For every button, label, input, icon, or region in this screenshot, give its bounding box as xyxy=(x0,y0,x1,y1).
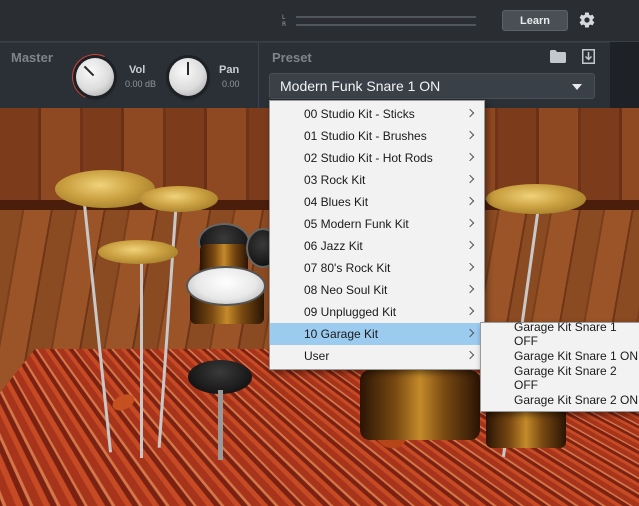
garage-kit-submenu: Garage Kit Snare 1 OFF Garage Kit Snare … xyxy=(480,322,639,412)
floor-tom xyxy=(486,408,566,448)
bass-drum xyxy=(360,370,480,440)
menu-item-garage-snare-1-off[interactable]: Garage Kit Snare 1 OFF xyxy=(481,323,639,345)
menu-item-studio-kit-brushes[interactable]: 01 Studio Kit - Brushes xyxy=(270,125,484,147)
vol-label: Vol xyxy=(129,64,145,76)
top-bar: L R Learn xyxy=(0,0,639,42)
menu-item-studio-kit-sticks[interactable]: 00 Studio Kit - Sticks xyxy=(270,103,484,125)
menu-item-garage-snare-2-on[interactable]: Garage Kit Snare 2 ON xyxy=(481,389,639,411)
vol-knob[interactable] xyxy=(76,58,114,96)
folder-icon[interactable] xyxy=(550,50,566,63)
chevron-right-icon xyxy=(466,351,474,359)
chevron-right-icon xyxy=(466,329,474,337)
chevron-right-icon xyxy=(466,307,474,315)
crash-cymbal xyxy=(55,170,155,208)
menu-item-user[interactable]: User xyxy=(270,345,484,367)
pan-value: 0.00 xyxy=(222,79,240,89)
chevron-right-icon xyxy=(466,153,474,161)
chevron-right-icon xyxy=(466,219,474,227)
preset-title: Preset xyxy=(272,50,312,65)
caret-down-icon xyxy=(572,84,582,90)
menu-item-garage-snare-2-off[interactable]: Garage Kit Snare 2 OFF xyxy=(481,367,639,389)
menu-item-80s-rock-kit[interactable]: 07 80's Rock Kit xyxy=(270,257,484,279)
level-meter-left xyxy=(296,16,476,18)
chevron-right-icon xyxy=(466,175,474,183)
save-icon[interactable] xyxy=(582,49,595,64)
master-title: Master xyxy=(11,50,53,65)
snare-drum xyxy=(186,266,266,306)
menu-item-jazz-kit[interactable]: 06 Jazz Kit xyxy=(270,235,484,257)
menu-item-rock-kit[interactable]: 03 Rock Kit xyxy=(270,169,484,191)
level-meter-right xyxy=(296,24,476,26)
chevron-right-icon xyxy=(466,263,474,271)
kit-menu: 00 Studio Kit - Sticks 01 Studio Kit - B… xyxy=(269,100,485,370)
learn-button[interactable]: Learn xyxy=(502,10,568,31)
pan-knob[interactable] xyxy=(169,58,207,96)
pan-label: Pan xyxy=(219,64,239,76)
ride-cymbal xyxy=(140,186,218,212)
menu-item-modern-funk-kit[interactable]: 05 Modern Funk Kit xyxy=(270,213,484,235)
chevron-right-icon xyxy=(466,241,474,249)
menu-item-neo-soul-kit[interactable]: 08 Neo Soul Kit xyxy=(270,279,484,301)
right-cymbal xyxy=(486,184,586,214)
chevron-right-icon xyxy=(466,109,474,117)
chevron-right-icon xyxy=(466,131,474,139)
menu-item-garage-kit[interactable]: 10 Garage Kit xyxy=(270,323,484,345)
chevron-right-icon xyxy=(466,285,474,293)
menu-item-blues-kit[interactable]: 04 Blues Kit xyxy=(270,191,484,213)
chevron-right-icon xyxy=(466,197,474,205)
hihat-cymbal xyxy=(98,240,178,264)
preset-selected-value: Modern Funk Snare 1 ON xyxy=(280,78,440,94)
vol-value: 0.00 dB xyxy=(125,79,156,89)
preset-dropdown[interactable]: Modern Funk Snare 1 ON xyxy=(269,73,595,99)
level-meter-labels: L R xyxy=(282,14,290,28)
gear-icon[interactable] xyxy=(578,11,596,29)
drum-throne xyxy=(188,360,252,394)
menu-item-unplugged-kit[interactable]: 09 Unplugged Kit xyxy=(270,301,484,323)
menu-item-studio-kit-hot-rods[interactable]: 02 Studio Kit - Hot Rods xyxy=(270,147,484,169)
